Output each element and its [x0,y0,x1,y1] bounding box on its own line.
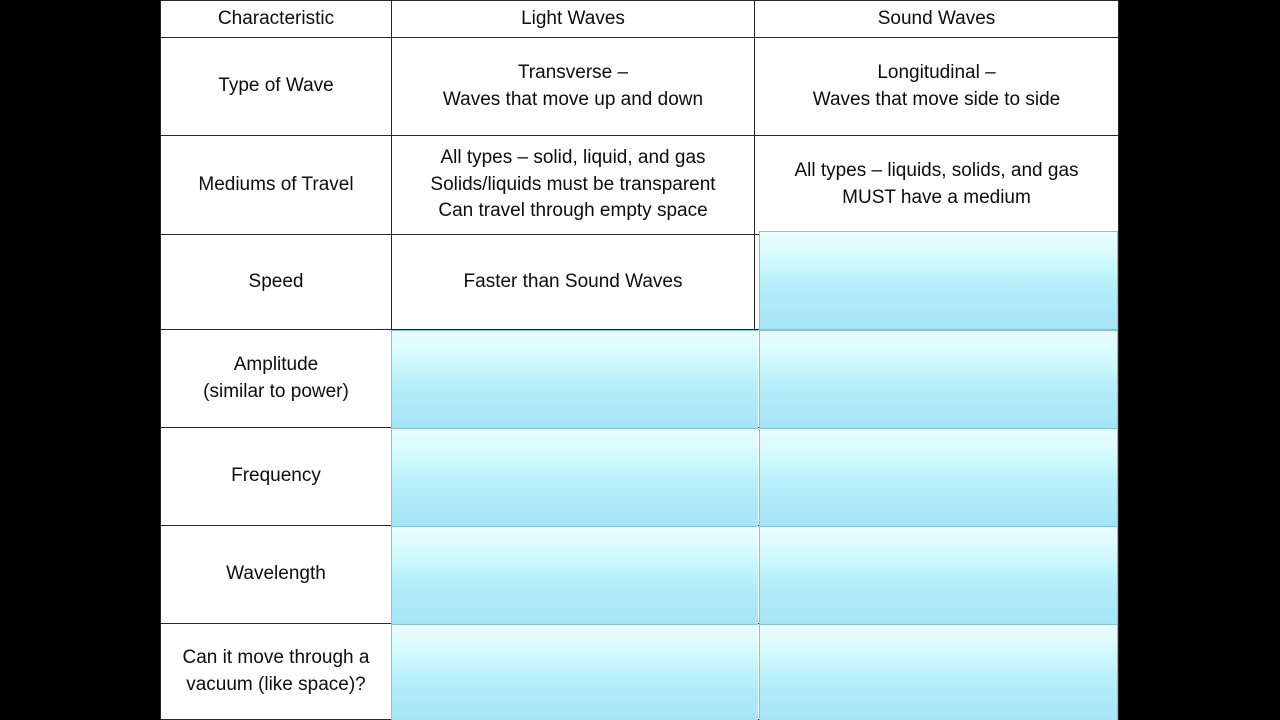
text-line: Can travel through empty space [438,200,708,222]
table-header: Characteristic Light Waves Sound Waves [160,0,1119,38]
overlay-divider [760,624,1117,625]
hidden-answer-overlay-sound-column[interactable] [759,330,1118,720]
text-line: Waves that move side to side [812,88,1061,110]
cell-light-mediums-of-travel: All types – solid, liquid, and gas Solid… [391,135,755,235]
overlay-divider [760,526,1117,527]
row-label-vacuum: Can it move through a vacuum (like space… [160,623,392,720]
text-line: vacuum (like space)? [186,673,366,695]
hidden-answer-overlay-sound-speed[interactable] [759,231,1118,330]
text-line: Wavelength [226,563,326,585]
overlay-divider [760,428,1117,429]
text-line: (similar to power) [203,380,349,402]
cell-sound-type-of-wave: Longitudinal – Waves that move side to s… [754,37,1119,136]
row-label-mediums-of-travel: Mediums of Travel [160,135,392,235]
text-line: All types – liquids, solids, and gas [794,160,1079,182]
table-row: Type of Wave Transverse – Waves that mov… [160,37,1119,136]
text-line: Longitudinal – [877,61,996,83]
column-header-sound-waves: Sound Waves [754,0,1119,38]
text-line: Type of Wave [218,75,334,97]
cell-light-speed: Faster than Sound Waves [391,234,755,330]
row-label-wavelength: Wavelength [160,525,392,624]
row-label-frequency: Frequency [160,427,392,526]
row-label-type-of-wave: Type of Wave [160,37,392,136]
text-line: Solids/liquids must be transparent [430,173,716,195]
text-line: Amplitude [233,353,319,375]
overlay-divider [392,624,758,625]
overlay-divider [392,526,758,527]
cell-light-type-of-wave: Transverse – Waves that move up and down [391,37,755,136]
text-line: Frequency [231,465,321,487]
text-line: Transverse – [517,61,629,83]
row-label-amplitude: Amplitude (similar to power) [160,329,392,428]
table-header-row: Characteristic Light Waves Sound Waves [160,0,1119,38]
text-line: Mediums of Travel [198,173,354,195]
text-line: All types – solid, liquid, and gas [440,146,706,168]
column-header-light-waves: Light Waves [391,0,755,38]
row-label-speed: Speed [160,234,392,330]
table-row: Mediums of Travel All types – solid, liq… [160,135,1119,235]
text-line: Can it move through a [182,646,370,668]
hidden-answer-overlay-light-column[interactable] [391,330,758,720]
text-line: Speed [248,270,304,292]
cell-sound-mediums-of-travel: All types – liquids, solids, and gas MUS… [754,135,1119,235]
overlay-divider [392,428,758,429]
text-line: MUST have a medium [842,187,1031,208]
text-line: Waves that move up and down [442,88,704,110]
text-line: Faster than Sound Waves [463,270,683,292]
column-header-characteristic: Characteristic [160,0,392,38]
slide-canvas: Characteristic Light Waves Sound Waves T… [0,0,1280,720]
